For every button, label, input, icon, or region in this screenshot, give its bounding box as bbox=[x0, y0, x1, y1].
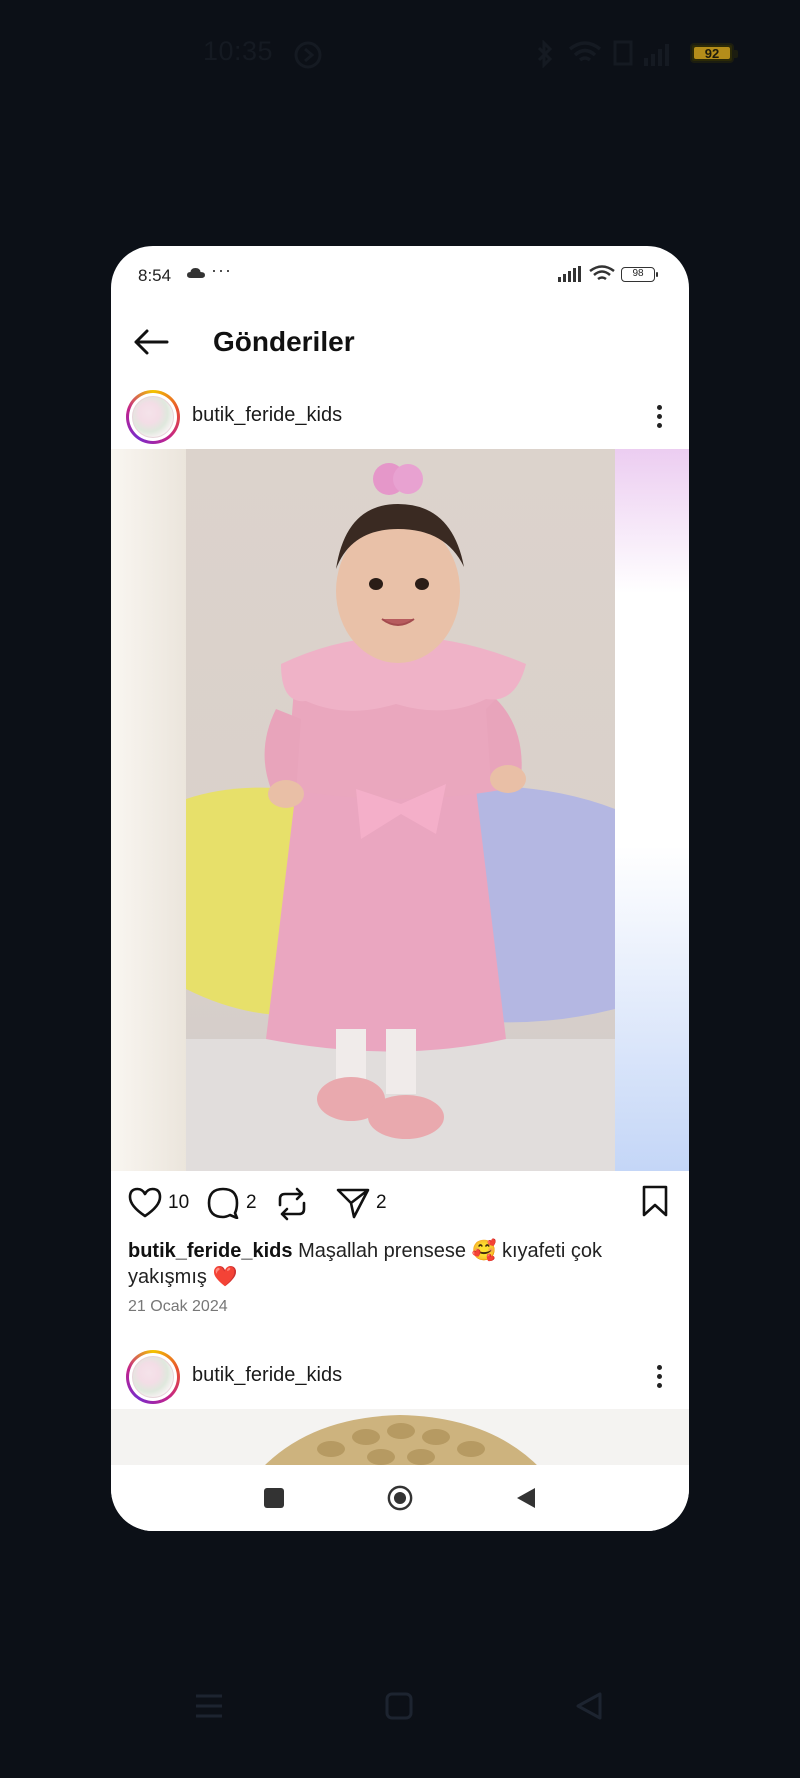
vertical-dots-icon bbox=[656, 404, 662, 410]
share-count: 2 bbox=[376, 1192, 387, 1213]
like-button[interactable]: 10 bbox=[128, 1187, 189, 1219]
hamburger-icon bbox=[196, 1694, 222, 1718]
square-icon bbox=[264, 1488, 284, 1508]
more-options-button[interactable] bbox=[649, 398, 669, 434]
repost-icon bbox=[278, 1187, 306, 1221]
cloud-icon bbox=[187, 268, 205, 278]
home-circle-icon bbox=[387, 1485, 413, 1511]
post-photo bbox=[111, 1409, 689, 1469]
post-caption: butik_feride_kids Maşallah prensese 🥰 kı… bbox=[128, 1238, 668, 1290]
username[interactable]: butik_feride_kids bbox=[192, 1364, 342, 1387]
more-options-button[interactable] bbox=[649, 1358, 669, 1394]
device-time: 10:35 bbox=[203, 36, 274, 66]
menu-button[interactable] bbox=[193, 1690, 225, 1722]
like-count: 10 bbox=[168, 1192, 190, 1213]
device-home-button[interactable] bbox=[383, 1690, 415, 1722]
phone-screen: 8:54 ··· 98 Gönderiler butik_feride_kids… bbox=[111, 246, 689, 1531]
post-header: butik_feride_kids bbox=[111, 1344, 689, 1416]
device-battery: 92 bbox=[690, 43, 738, 63]
post-photo bbox=[186, 449, 615, 1171]
comment-icon bbox=[207, 1187, 239, 1219]
bluetooth-icon bbox=[537, 40, 553, 68]
wifi-icon bbox=[589, 265, 615, 281]
battery-indicator: 98 bbox=[621, 267, 658, 282]
wifi-icon bbox=[568, 41, 602, 62]
triangle-outline-icon bbox=[576, 1692, 602, 1720]
send-icon bbox=[336, 1188, 370, 1219]
avatar[interactable] bbox=[126, 1350, 180, 1404]
username[interactable]: butik_feride_kids bbox=[192, 404, 342, 427]
device-battery-level: 92 bbox=[694, 47, 730, 60]
shop-logo-icon bbox=[132, 1356, 174, 1398]
device-navigation-bar bbox=[0, 1690, 800, 1770]
caption-username[interactable]: butik_feride_kids bbox=[128, 1240, 293, 1262]
volte-icon bbox=[613, 40, 633, 66]
back-nav-button[interactable] bbox=[513, 1485, 539, 1511]
save-button[interactable] bbox=[641, 1185, 669, 1217]
heart-icon bbox=[128, 1187, 162, 1218]
home-button[interactable] bbox=[387, 1485, 413, 1511]
post-date: 21 Ocak 2024 bbox=[128, 1298, 228, 1315]
more-notifications: ··· bbox=[211, 260, 232, 280]
repost-button[interactable] bbox=[276, 1187, 308, 1221]
screen-record-icon bbox=[294, 41, 322, 69]
status-time: 8:54 bbox=[138, 266, 172, 285]
arrow-left-icon bbox=[134, 329, 169, 355]
signal-icon bbox=[558, 266, 581, 282]
recent-apps-button[interactable] bbox=[261, 1485, 287, 1511]
navigation-bar bbox=[111, 1465, 689, 1531]
device-status-bar: 10:35 92 bbox=[0, 0, 800, 110]
post-image[interactable] bbox=[111, 449, 689, 1171]
post-actions: 10 2 2 bbox=[111, 1171, 689, 1231]
avatar[interactable] bbox=[126, 390, 180, 444]
back-button[interactable] bbox=[131, 322, 171, 362]
status-bar: 8:54 ··· 98 bbox=[111, 246, 689, 302]
top-app-bar: Gönderiler bbox=[111, 302, 689, 384]
triangle-back-icon bbox=[517, 1488, 535, 1508]
share-button[interactable]: 2 bbox=[336, 1187, 387, 1219]
device-back-button[interactable] bbox=[573, 1690, 605, 1722]
post-image[interactable] bbox=[111, 1409, 689, 1469]
shop-logo-icon bbox=[132, 396, 174, 438]
comment-count: 2 bbox=[246, 1192, 257, 1213]
square-outline-icon bbox=[385, 1692, 413, 1720]
comment-button[interactable]: 2 bbox=[206, 1187, 257, 1219]
post-header: butik_feride_kids bbox=[111, 384, 689, 456]
vertical-dots-icon bbox=[656, 1364, 662, 1370]
signal-icon bbox=[644, 44, 669, 66]
page-title: Gönderiler bbox=[213, 326, 355, 357]
bookmark-icon bbox=[642, 1185, 668, 1217]
